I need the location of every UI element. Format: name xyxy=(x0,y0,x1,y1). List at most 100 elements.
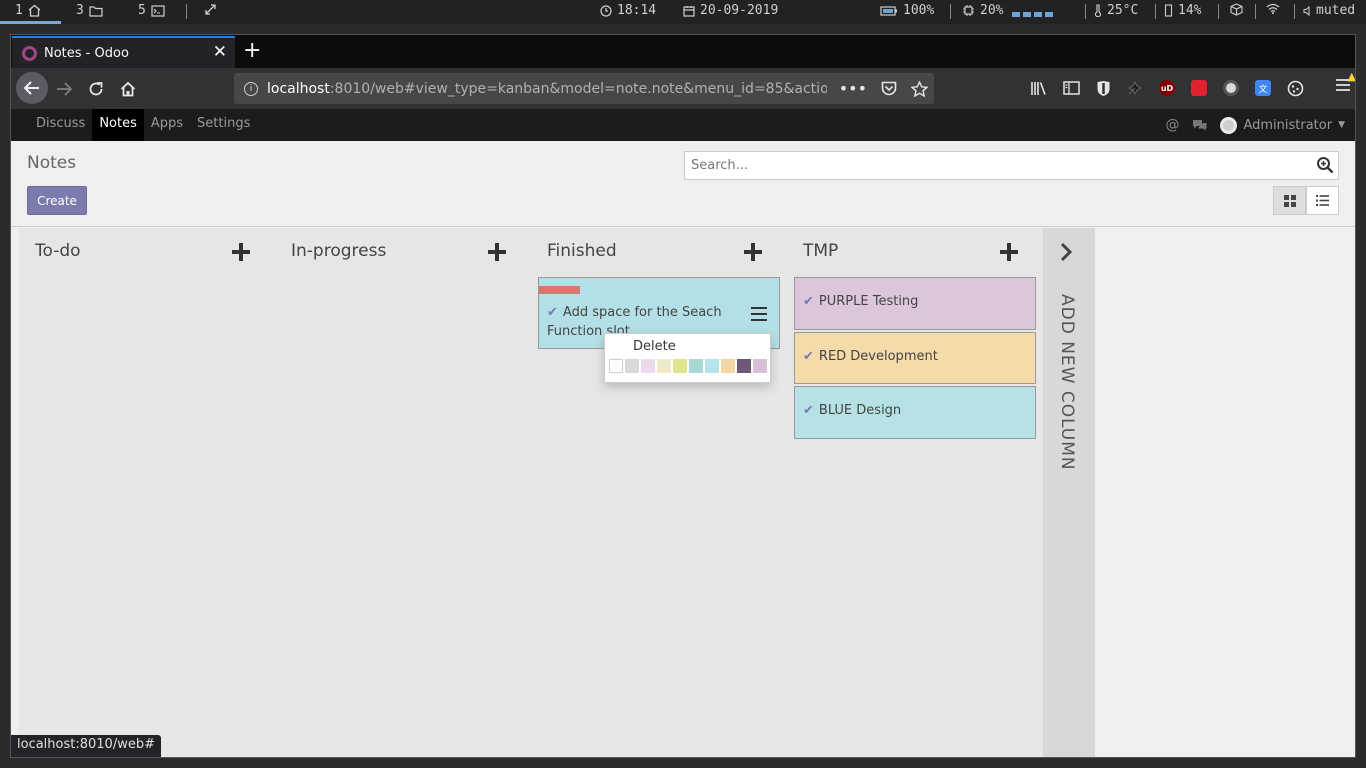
add-new-column[interactable]: ADD NEW COLUMN xyxy=(1043,228,1095,757)
list-view-button[interactable] xyxy=(1306,186,1339,215)
folder-icon xyxy=(89,5,103,17)
cookie-icon[interactable] xyxy=(1283,74,1307,102)
user-menu[interactable]: Administrator ▼ xyxy=(1220,116,1345,134)
check-icon[interactable]: ✔ xyxy=(803,294,814,309)
quick-create-plus-icon[interactable] xyxy=(743,242,763,262)
color-swatch[interactable] xyxy=(625,359,639,373)
card-dropdown-menu: Delete xyxy=(604,333,771,383)
menu-item-notes[interactable]: Notes xyxy=(92,109,144,141)
reload-icon xyxy=(89,82,103,96)
kanban-card[interactable]: ✔ PURPLE Testing xyxy=(794,277,1036,330)
back-button[interactable] xyxy=(16,72,48,104)
card-text: PURPLE Testing xyxy=(818,294,919,309)
add-new-column-label: ADD NEW COLUMN xyxy=(1057,294,1077,471)
color-swatch[interactable] xyxy=(641,359,655,373)
close-tab-icon[interactable]: ✕ xyxy=(213,42,227,62)
card-text: RED Development xyxy=(818,349,938,364)
color-picker xyxy=(609,359,767,373)
pocket-icon[interactable] xyxy=(881,81,897,96)
kanban-column-in-progress: In-progress xyxy=(275,228,531,757)
address-bar[interactable]: i localhost:8010/web#view_type=kanban&mo… xyxy=(234,73,934,104)
kanban-view-button[interactable] xyxy=(1273,186,1306,215)
separator xyxy=(1085,4,1086,19)
quick-create-plus-icon[interactable] xyxy=(487,242,507,262)
menu-item-settings[interactable]: Settings xyxy=(190,109,257,141)
date-text: 20-09-2019 xyxy=(700,3,779,18)
back-arrow-icon xyxy=(24,81,39,95)
address-bar-tools: ••• xyxy=(839,73,934,104)
check-icon[interactable]: ✔ xyxy=(803,403,814,418)
column-title: To-do xyxy=(35,241,81,261)
fullscreen-icon[interactable] xyxy=(204,3,217,16)
chevron-right-icon xyxy=(1060,242,1073,262)
color-swatch[interactable] xyxy=(657,359,671,373)
browser-tab[interactable]: Notes - Odoo ✕ xyxy=(12,36,235,68)
status-url-tooltip: localhost:8010/web# xyxy=(11,735,161,757)
translate-icon[interactable]: 文 xyxy=(1251,74,1275,102)
activity-icon[interactable]: @ xyxy=(1165,117,1179,133)
card-text: BLUE Design xyxy=(818,403,902,418)
delete-menu-item[interactable]: Delete xyxy=(633,339,676,354)
home-icon xyxy=(28,4,41,17)
user-name: Administrator xyxy=(1243,117,1333,133)
kanban-card[interactable]: ✔ RED Development xyxy=(794,332,1036,384)
workspace-5[interactable]: 5 xyxy=(138,3,165,18)
bookmark-star-icon[interactable] xyxy=(911,80,928,97)
cpu-text: 20% xyxy=(980,3,1004,18)
hamburger-menu-button[interactable]: ▲ xyxy=(1335,70,1355,97)
extension-red-icon[interactable] xyxy=(1187,74,1211,102)
cpu-icon xyxy=(963,5,974,16)
kanban-board: To-do In-progress Finished ✔ Add space fo… xyxy=(11,228,1355,757)
color-swatch[interactable] xyxy=(609,359,623,373)
forward-button[interactable] xyxy=(49,74,79,104)
site-info-icon[interactable]: i xyxy=(244,81,258,96)
wifi-icon xyxy=(1266,3,1280,14)
check-icon[interactable]: ✔ xyxy=(547,305,558,320)
workspace-number: 1 xyxy=(15,3,23,18)
temperature-text: 25°C xyxy=(1107,3,1139,18)
caret-down-icon: ▼ xyxy=(1338,120,1345,130)
check-icon[interactable]: ✔ xyxy=(803,349,814,364)
systray: @ Administrator ▼ xyxy=(1165,109,1345,141)
workspace-3[interactable]: 3 xyxy=(76,3,103,18)
menu-item-apps[interactable]: Apps xyxy=(144,109,190,141)
color-swatch[interactable] xyxy=(689,359,703,373)
color-swatch[interactable] xyxy=(673,359,687,373)
kanban-card[interactable]: ✔ BLUE Design xyxy=(794,386,1036,439)
volume[interactable]: muted xyxy=(1303,3,1355,18)
color-swatch[interactable] xyxy=(705,359,719,373)
new-tab-icon[interactable]: + xyxy=(243,38,261,63)
reload-button[interactable] xyxy=(81,74,111,104)
kanban-column-finished: Finished ✔ Add space for the Seach Functi… xyxy=(531,228,787,757)
tab-bar: Notes - Odoo ✕ + xyxy=(11,35,1355,68)
menu-item-discuss[interactable]: Discuss xyxy=(29,109,92,141)
search-input[interactable] xyxy=(685,152,1305,178)
page-actions-icon[interactable]: ••• xyxy=(839,79,867,98)
browser-window: Notes - Odoo ✕ + i localhost:8010/web#vi… xyxy=(10,34,1356,758)
library-icon[interactable] xyxy=(1027,74,1051,102)
workspace-1[interactable]: 1 xyxy=(15,3,41,18)
url-text[interactable]: localhost:8010/web#view_type=kanban&mode… xyxy=(267,81,827,97)
sidebar-icon[interactable] xyxy=(1059,74,1083,102)
extension-dark-icon[interactable] xyxy=(1123,74,1147,102)
ublock-origin-icon[interactable]: uD xyxy=(1155,74,1179,102)
control-panel: Notes Create xyxy=(11,141,1355,227)
create-button[interactable]: Create xyxy=(27,186,87,215)
home-button[interactable] xyxy=(113,74,143,104)
search-icon[interactable] xyxy=(1316,156,1334,174)
messaging-icon[interactable] xyxy=(1191,118,1208,132)
card-menu-icon[interactable] xyxy=(751,307,767,321)
extension-avatar-icon[interactable] xyxy=(1219,74,1243,102)
card-content: ✔ RED Development xyxy=(803,349,938,364)
privacy-badger-icon[interactable] xyxy=(1091,74,1115,102)
battery-text: 100% xyxy=(903,3,935,18)
color-swatch[interactable] xyxy=(721,359,735,373)
search-bar xyxy=(684,151,1339,180)
color-swatch[interactable] xyxy=(753,359,767,373)
thermometer-icon xyxy=(1094,4,1102,17)
kanban-column-todo: To-do xyxy=(19,228,275,757)
quick-create-plus-icon[interactable] xyxy=(999,242,1019,262)
odoo-favicon-icon xyxy=(22,45,37,61)
color-swatch[interactable] xyxy=(737,359,751,373)
quick-create-plus-icon[interactable] xyxy=(231,242,251,262)
